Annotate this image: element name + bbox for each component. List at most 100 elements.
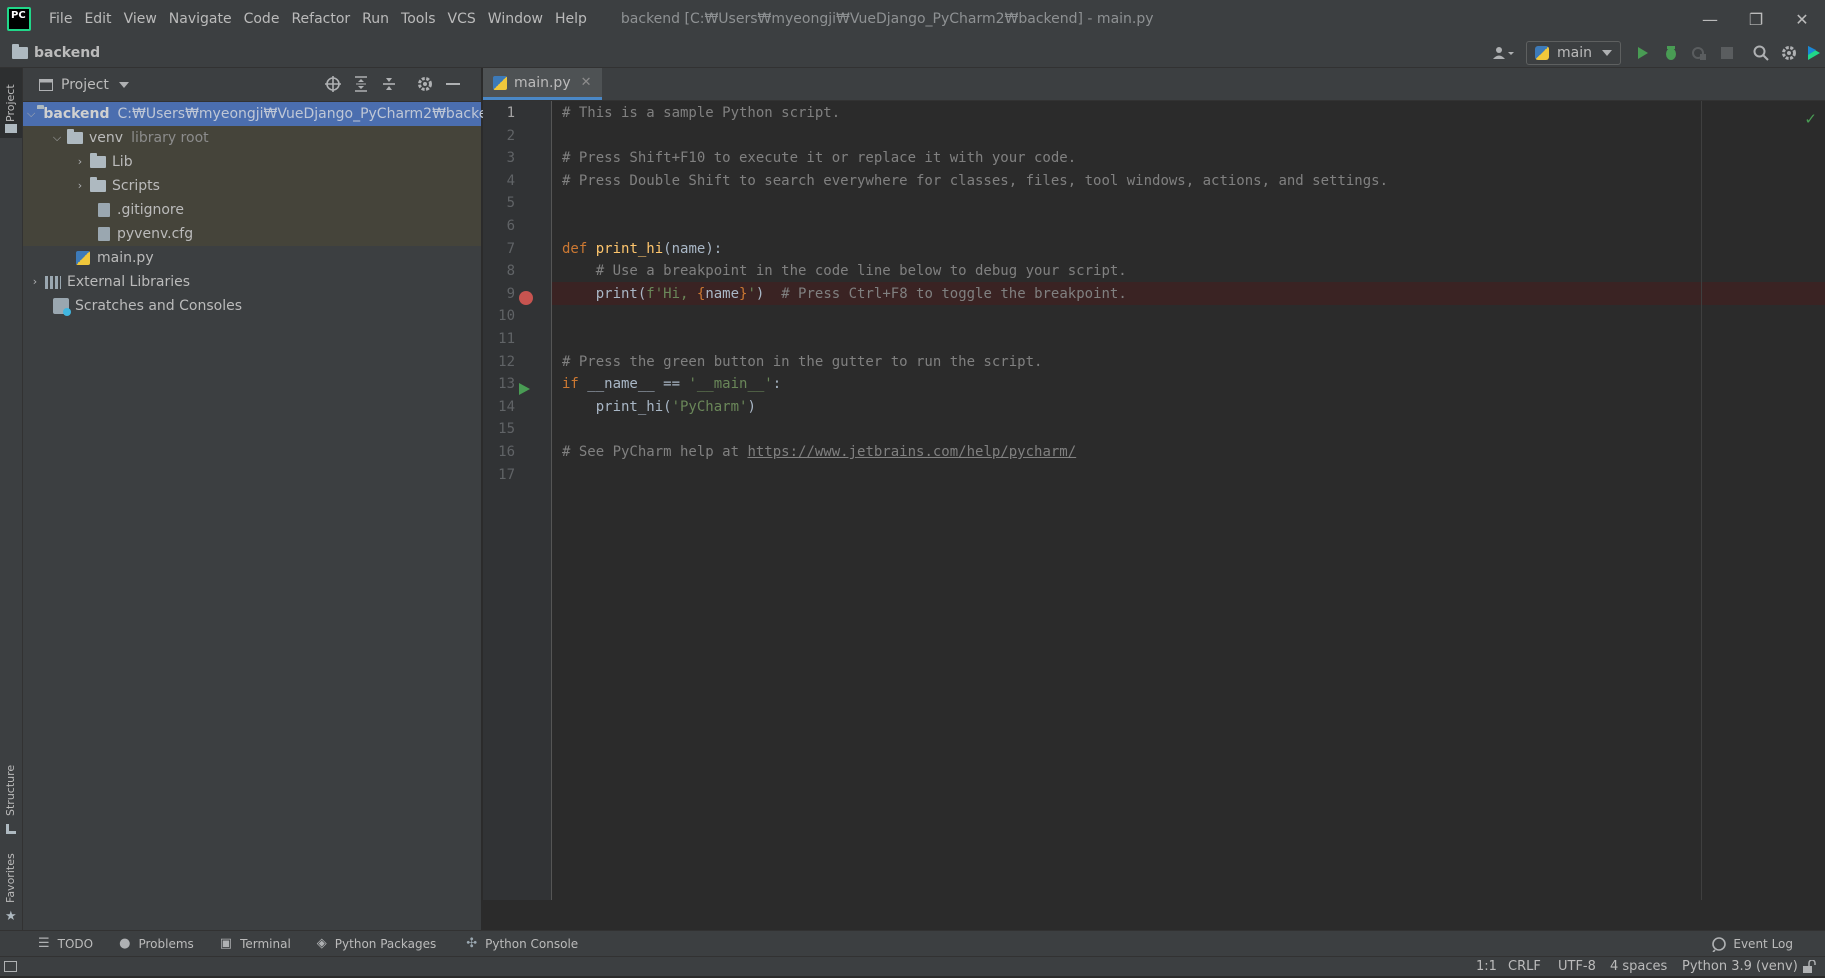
tree-item-main[interactable]: main.py (23, 246, 481, 270)
code-line: # Press Double Shift to search everywher… (562, 173, 1389, 189)
editor-gutter[interactable]: 1 2 3 4 5 6 7 8 9 10 11 12 13 14 15 16 1… (483, 101, 552, 900)
gear-icon (1782, 46, 1796, 60)
stop-button[interactable] (1713, 41, 1741, 65)
right-margin-guide (1701, 101, 1702, 900)
hide-panel-button[interactable] (441, 73, 465, 95)
chevron-right-icon[interactable]: › (72, 150, 88, 174)
collapse-all-button[interactable] (377, 73, 401, 95)
code-editor[interactable]: # This is a sample Python script. # Pres… (552, 101, 1825, 900)
minimize-button[interactable]: — (1687, 0, 1733, 38)
run-gutter-icon[interactable] (519, 383, 530, 395)
tab-main-py[interactable]: main.py ✕ (483, 68, 602, 100)
coverage-button[interactable] (1685, 41, 1713, 65)
chevron-right-icon[interactable]: › (27, 270, 43, 294)
user-icon[interactable] (1490, 41, 1518, 65)
search-icon (1753, 45, 1769, 61)
panel-settings-button[interactable] (413, 73, 437, 95)
favorites-tool-tab[interactable]: Favorites ★ (0, 843, 22, 930)
run-configuration-select[interactable]: main (1526, 41, 1621, 65)
chevron-down-icon[interactable]: ⌵ (49, 126, 65, 150)
line-separator[interactable]: CRLF (1508, 957, 1541, 977)
function-name: print_hi (595, 241, 664, 257)
settings-button[interactable] (1775, 41, 1803, 65)
breakpoint-icon[interactable] (519, 291, 533, 305)
breadcrumb-project[interactable]: backend (12, 43, 100, 61)
indent-setting[interactable]: 4 spaces (1610, 957, 1667, 977)
tree-item-external-libraries[interactable]: › External Libraries (23, 270, 481, 294)
toggle-tool-windows-icon[interactable] (4, 961, 17, 972)
folder-icon (90, 177, 106, 192)
file-encoding[interactable]: UTF-8 (1558, 957, 1596, 977)
python-interpreter[interactable]: Python 3.9 (venv) (1682, 957, 1798, 977)
caret-position[interactable]: 1:1 (1476, 957, 1497, 977)
search-button[interactable] (1747, 41, 1775, 65)
structure-tool-tab[interactable]: Structure (0, 748, 22, 843)
project-view-select[interactable]: Project (39, 77, 129, 93)
string-token: f'Hi, (646, 286, 697, 302)
favorites-tool-tab-label: Favorites (4, 853, 17, 903)
line-number: 16 (498, 444, 515, 460)
toolbox-button[interactable] (1803, 41, 1825, 65)
project-tool-tab[interactable]: Project (0, 68, 22, 138)
structure-tool-tab-label: Structure (4, 764, 17, 816)
terminal-tool-button[interactable]: ▣ Terminal (220, 936, 291, 951)
code-token: print( (562, 286, 647, 302)
inspection-ok-icon[interactable]: ✓ (1804, 110, 1817, 128)
comment-token: # See PyCharm help at (562, 444, 748, 460)
help-link[interactable]: https://www.jetbrains.com/help/pycharm/ (747, 444, 1076, 460)
menu-navigate[interactable]: Navigate (163, 0, 238, 38)
tree-item-scripts[interactable]: › Scripts (23, 174, 481, 198)
menu-file[interactable]: File (43, 0, 78, 38)
chevron-down-icon[interactable]: ⌵ (27, 102, 35, 126)
chevron-right-icon[interactable]: › (72, 174, 88, 198)
tool-button-label: Problems (138, 936, 194, 951)
menu-refactor[interactable]: Refactor (285, 0, 356, 38)
menu-edit[interactable]: Edit (78, 0, 117, 38)
tool-button-label: Python Console (485, 936, 579, 951)
debug-button[interactable] (1657, 41, 1685, 65)
line-number: 6 (506, 218, 515, 234)
tree-item-lib[interactable]: › Lib (23, 150, 481, 174)
menu-run[interactable]: Run (356, 0, 395, 38)
tree-item-venv[interactable]: ⌵ venv library root (23, 126, 481, 150)
expand-all-icon (355, 76, 367, 92)
restore-button[interactable]: ❐ (1733, 0, 1779, 38)
python-console-icon: ✣ (466, 936, 478, 951)
close-button[interactable]: ✕ (1779, 0, 1825, 38)
python-packages-tool-button[interactable]: ◈ Python Packages (317, 936, 436, 951)
status-bar: 1:1 CRLF UTF-8 4 spaces Python 3.9 (venv… (0, 956, 1825, 976)
problems-tool-button[interactable]: ● Problems (119, 936, 194, 951)
run-button[interactable] (1629, 41, 1657, 65)
menu-view[interactable]: View (118, 0, 163, 38)
library-icon (45, 275, 61, 289)
python-file-icon (76, 251, 90, 265)
expand-all-button[interactable] (349, 73, 373, 95)
menu-help[interactable]: Help (549, 0, 593, 38)
menu-tools[interactable]: Tools (395, 0, 442, 38)
lock-icon[interactable] (1802, 959, 1816, 978)
line-number: 3 (506, 150, 515, 166)
menu-window[interactable]: Window (482, 0, 549, 38)
tool-button-label: Terminal (240, 936, 291, 951)
code-token: __name__ == (578, 376, 689, 392)
tree-item-scratches[interactable]: Scratches and Consoles (23, 294, 481, 318)
tree-item-gitignore[interactable]: .gitignore (23, 198, 481, 222)
list-icon: ☰ (38, 936, 50, 951)
tree-item-pyvenv[interactable]: pyvenv.cfg (23, 222, 481, 246)
tool-button-label: Event Log (1733, 937, 1793, 951)
left-tool-strip: Project Structure Favorites ★ (0, 68, 23, 930)
chevron-down-icon (118, 81, 129, 88)
tree-item-backend[interactable]: ⌵ backend C:₩Users₩myeongji₩VueDjango_Py… (23, 102, 505, 126)
todo-tool-button[interactable]: ☰ TODO (38, 936, 93, 951)
tree-item-label: .gitignore (117, 202, 184, 218)
menu-vcs[interactable]: VCS (442, 0, 482, 38)
locate-button[interactable] (321, 73, 345, 95)
close-tab-icon[interactable]: ✕ (581, 75, 592, 90)
menu-code[interactable]: Code (238, 0, 286, 38)
string-token: ' (747, 286, 756, 302)
event-log-tool-button[interactable]: Event Log (1711, 931, 1793, 957)
python-console-tool-button[interactable]: ✣ Python Console (466, 936, 578, 951)
event-log-icon (1712, 937, 1727, 952)
tree-item-label: venv (89, 130, 124, 146)
info-icon: ● (119, 936, 131, 951)
